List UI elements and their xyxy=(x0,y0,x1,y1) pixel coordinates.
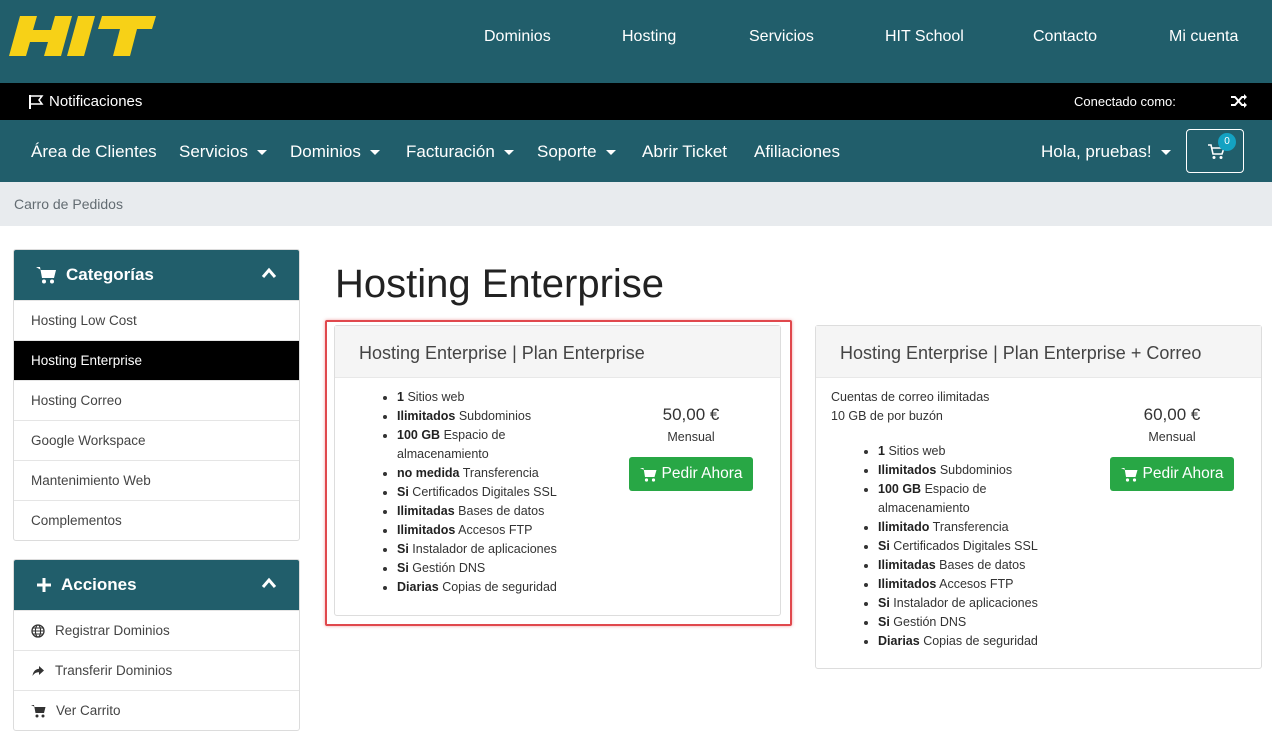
chevron-up-icon[interactable] xyxy=(261,577,277,589)
actions-header[interactable]: Acciones xyxy=(14,560,299,610)
notifications-link[interactable]: Notificaciones xyxy=(28,93,142,110)
cart-icon xyxy=(36,267,56,284)
shuffle-icon[interactable] xyxy=(1230,93,1248,109)
feature-item: Ilimitadas Bases de datos xyxy=(878,556,1058,575)
top-nav-hosting[interactable]: Hosting xyxy=(622,28,676,46)
caret-down-icon xyxy=(605,149,616,155)
feature-item: Ilimitados Accesos FTP xyxy=(878,575,1058,594)
order-now-button[interactable]: Pedir Ahora xyxy=(1110,457,1234,491)
feature-item: Si Instalador de aplicaciones xyxy=(878,594,1058,613)
highlight-frame xyxy=(325,320,792,626)
categories-title: Categorías xyxy=(66,265,154,284)
category-complementos[interactable]: Complementos xyxy=(14,500,299,540)
action-registrar-dominios[interactable]: Registrar Dominios xyxy=(14,610,299,650)
nav-servicios-label: Servicios xyxy=(179,142,248,161)
top-nav-dominios[interactable]: Dominios xyxy=(484,28,551,46)
nav-area-clientes-label: Área de Clientes xyxy=(31,142,157,161)
plan-name: Hosting Enterprise | Plan Enterprise + C… xyxy=(840,343,1202,363)
action-label: Ver Carrito xyxy=(56,703,121,718)
top-nav-mi-cuenta[interactable]: Mi cuenta xyxy=(1169,28,1238,46)
order-now-label: Pedir Ahora xyxy=(1142,465,1224,482)
cart-button[interactable]: 0 xyxy=(1186,129,1244,173)
plan-card-enterprise-correo: Hosting Enterprise | Plan Enterprise + C… xyxy=(815,325,1262,669)
nav-area-clientes[interactable]: Área de Clientes xyxy=(31,142,157,162)
category-google-workspace[interactable]: Google Workspace xyxy=(14,420,299,460)
action-label: Registrar Dominios xyxy=(55,623,170,638)
plan-description: Cuentas de correo ilimitadas 10 GB de po… xyxy=(831,388,989,426)
plus-icon xyxy=(37,578,51,592)
category-mantenimiento-web[interactable]: Mantenimiento Web xyxy=(14,460,299,500)
feature-item: 100 GB Espacio de almacenamiento xyxy=(878,480,1058,518)
category-label: Hosting Enterprise xyxy=(31,353,143,368)
nav-dominios[interactable]: Dominios xyxy=(290,142,380,162)
plan-header: Hosting Enterprise | Plan Enterprise + C… xyxy=(816,326,1261,378)
description-line: Cuentas de correo ilimitadas xyxy=(831,390,990,404)
category-label: Google Workspace xyxy=(31,433,146,448)
caret-down-icon xyxy=(503,149,514,155)
category-label: Complementos xyxy=(31,513,122,528)
caret-down-icon xyxy=(1160,149,1171,155)
connected-as-label: Conectado como: xyxy=(1074,94,1176,109)
nav-soporte-label: Soporte xyxy=(537,142,597,161)
notifications-label: Notificaciones xyxy=(49,93,143,110)
plan-features: 1 Sitios web Ilimitados Subdominios 100 … xyxy=(878,442,1058,651)
nav-afiliaciones[interactable]: Afiliaciones xyxy=(754,142,840,162)
nav-dominios-label: Dominios xyxy=(290,142,361,161)
actions-title: Acciones xyxy=(61,575,137,594)
nav-servicios[interactable]: Servicios xyxy=(179,142,267,162)
feature-item: 1 Sitios web xyxy=(878,442,1058,461)
cart-icon xyxy=(31,704,46,717)
action-label: Transferir Dominios xyxy=(55,663,173,678)
user-menu[interactable]: Hola, pruebas! xyxy=(1041,142,1171,162)
chevron-up-icon[interactable] xyxy=(261,267,277,279)
breadcrumb: Carro de Pedidos xyxy=(0,182,1272,226)
categories-header[interactable]: Categorías xyxy=(14,250,299,300)
top-nav-hit-school[interactable]: HIT School xyxy=(885,28,964,46)
plan-billing-cycle: Mensual xyxy=(1148,430,1196,444)
description-line: 10 GB de por buzón xyxy=(831,409,943,423)
category-hosting-enterprise[interactable]: Hosting Enterprise xyxy=(14,340,299,380)
cart-count-badge: 0 xyxy=(1218,133,1236,151)
feature-item: Si Gestión DNS xyxy=(878,613,1058,632)
category-label: Mantenimiento Web xyxy=(31,473,151,488)
breadcrumb-current: Carro de Pedidos xyxy=(14,196,123,212)
top-nav: Dominios Hosting Servicios HIT School Co… xyxy=(0,0,1272,75)
feature-item: Si Certificados Digitales SSL xyxy=(878,537,1058,556)
feature-item: Ilimitado Transferencia xyxy=(878,518,1058,537)
plan-price: 60,00 € xyxy=(1143,405,1201,424)
feature-item: Diarias Copias de seguridad xyxy=(878,632,1058,651)
flag-icon xyxy=(29,94,44,109)
top-header: Dominios Hosting Servicios HIT School Co… xyxy=(0,0,1272,83)
nav-facturacion[interactable]: Facturación xyxy=(406,142,514,162)
notifications-bar: Notificaciones Conectado como: xyxy=(0,83,1272,120)
action-transferir-dominios[interactable]: Transferir Dominios xyxy=(14,650,299,690)
main-nav: Área de Clientes Servicios Dominios Fact… xyxy=(0,120,1272,182)
globe-icon xyxy=(31,623,45,638)
nav-abrir-ticket-label: Abrir Ticket xyxy=(642,142,728,161)
caret-down-icon xyxy=(369,149,380,155)
nav-abrir-ticket[interactable]: Abrir Ticket xyxy=(642,142,727,162)
category-hosting-low-cost[interactable]: Hosting Low Cost xyxy=(14,300,299,340)
categories-panel: Categorías Hosting Low Cost Hosting Ente… xyxy=(13,249,300,541)
category-hosting-correo[interactable]: Hosting Correo xyxy=(14,380,299,420)
nav-soporte[interactable]: Soporte xyxy=(537,142,616,162)
category-label: Hosting Correo xyxy=(31,393,122,408)
caret-down-icon xyxy=(256,149,267,155)
action-ver-carrito[interactable]: Ver Carrito xyxy=(14,690,299,730)
cart-icon xyxy=(1120,467,1137,482)
feature-item: Ilimitados Subdominios xyxy=(878,461,1058,480)
top-nav-servicios[interactable]: Servicios xyxy=(749,28,814,46)
user-greeting: Hola, pruebas! xyxy=(1041,142,1152,161)
category-label: Hosting Low Cost xyxy=(31,313,137,328)
nav-facturacion-label: Facturación xyxy=(406,142,495,161)
top-nav-contacto[interactable]: Contacto xyxy=(1033,28,1097,46)
actions-panel: Acciones Registrar Dominios Transferir D… xyxy=(13,559,300,731)
page-title: Hosting Enterprise xyxy=(335,262,665,306)
share-arrow-icon xyxy=(32,665,44,676)
nav-afiliaciones-label: Afiliaciones xyxy=(754,142,840,161)
